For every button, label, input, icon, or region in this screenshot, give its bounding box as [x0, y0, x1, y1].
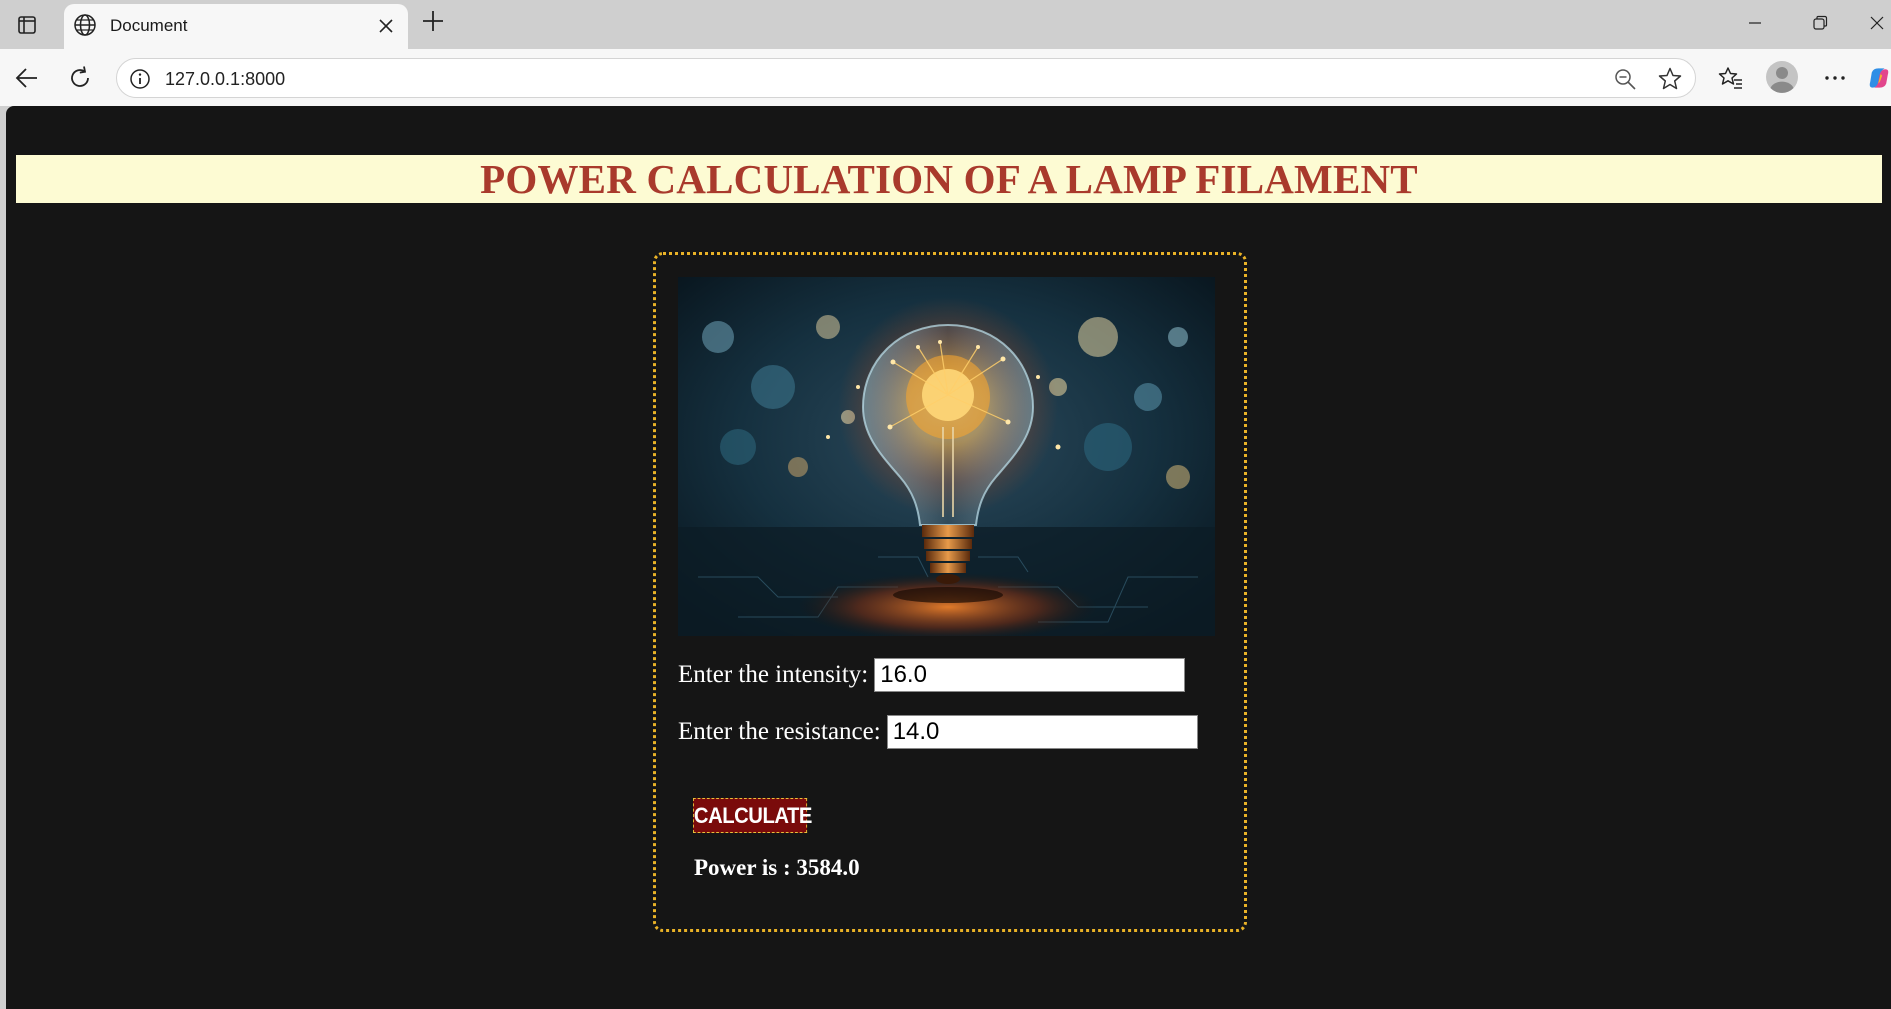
tab-actions-icon[interactable] [14, 12, 40, 38]
url-text: 127.0.0.1:8000 [165, 69, 286, 89]
star-icon[interactable] [1657, 66, 1683, 92]
favorites-icon[interactable] [1714, 61, 1748, 95]
refresh-icon[interactable] [63, 61, 97, 95]
zoom-out-icon[interactable] [1613, 67, 1637, 91]
power-result: Power is : 3584.0 [694, 855, 860, 880]
globe-icon [72, 12, 98, 38]
window-close-icon[interactable] [1862, 8, 1891, 38]
back-arrow-icon[interactable] [10, 61, 44, 95]
resistance-row: Enter the resistance: [678, 715, 1198, 749]
info-icon[interactable] [129, 68, 151, 90]
resistance-label: Enter the resistance: [678, 718, 881, 745]
browser-tab[interactable]: Document [64, 4, 408, 49]
profile-avatar-icon[interactable] [1765, 60, 1799, 94]
intensity-input[interactable] [874, 658, 1186, 692]
calculator-card: Enter the intensity: Enter the resistanc… [653, 252, 1247, 932]
restore-icon[interactable] [1800, 8, 1840, 38]
more-icon[interactable] [1818, 61, 1852, 95]
resistance-input[interactable] [886, 715, 1198, 749]
plus-icon[interactable] [418, 9, 448, 39]
minimize-icon[interactable] [1735, 8, 1775, 38]
close-icon[interactable] [374, 14, 398, 38]
browser-toolbar: 127.0.0.1:8000 [0, 49, 1891, 106]
heading-banner: POWER CALCULATION OF A LAMP FILAMENT [16, 155, 1882, 203]
copilot-icon[interactable] [1867, 61, 1891, 95]
tab-title: Document [110, 16, 188, 35]
browser-tab-strip: Document [0, 0, 1891, 49]
calculate-button[interactable]: CALCULATE [693, 798, 812, 833]
page-title: POWER CALCULATION OF A LAMP FILAMENT [480, 156, 1418, 202]
intensity-row: Enter the intensity: [678, 658, 1186, 692]
light-bulb-image [678, 277, 1215, 636]
page-viewport: POWER CALCULATION OF A LAMP FILAMENT Ent… [6, 106, 1891, 1009]
intensity-label: Enter the intensity: [678, 661, 869, 688]
address-bar[interactable]: 127.0.0.1:8000 [116, 58, 1696, 98]
